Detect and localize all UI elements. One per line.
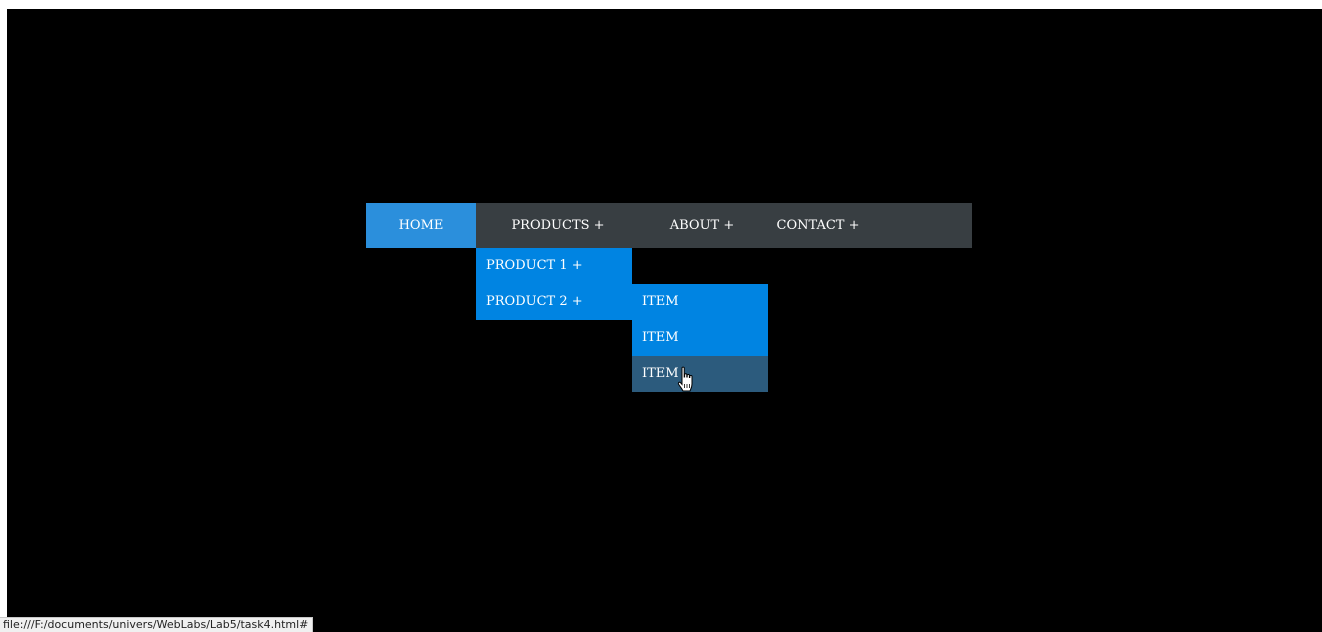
dropdown-item-product-2[interactable]: PRODUCT 2 + — [476, 284, 632, 320]
submenu-item-2[interactable]: ITEM — [632, 320, 768, 356]
nav-item-products[interactable]: PRODUCTS + — [496, 203, 620, 248]
submenu-item-3[interactable]: ITEM — [632, 356, 768, 392]
nav-item-contact[interactable]: CONTACT + — [768, 203, 868, 248]
nav-item-home[interactable]: HOME — [366, 203, 476, 248]
nav-item-about[interactable]: ABOUT + — [655, 203, 749, 248]
submenu-item-1[interactable]: ITEM — [632, 284, 768, 320]
dropdown-item-product-1[interactable]: PRODUCT 1 + — [476, 248, 632, 284]
status-bar-url: file:///F:/documents/univers/WebLabs/Lab… — [0, 617, 314, 632]
